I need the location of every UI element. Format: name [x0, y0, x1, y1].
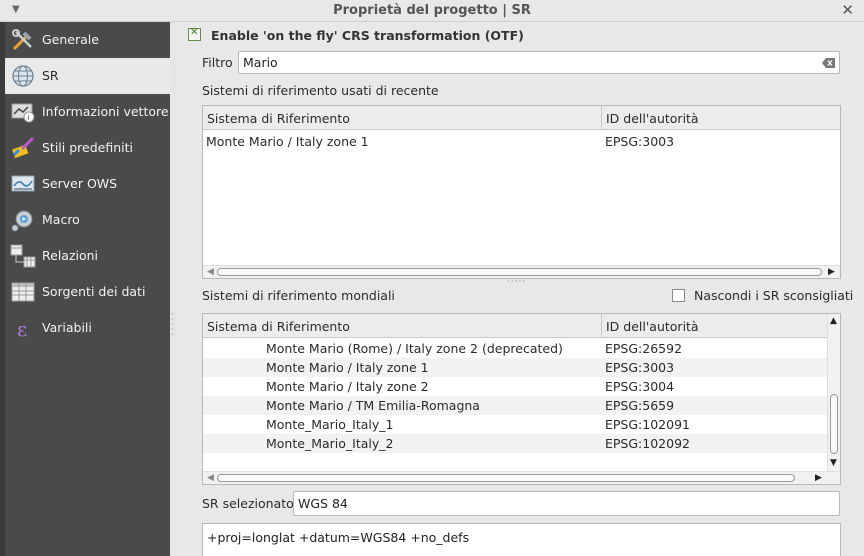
- world-crs-table: Sistema di Riferimento ID dell'autorità …: [202, 313, 841, 485]
- scroll-up-icon[interactable]: ▲: [830, 316, 837, 326]
- otf-checkbox[interactable]: [188, 27, 201, 41]
- relations-icon: [10, 243, 36, 269]
- table-row[interactable]: Monte Mario / Italy zone 2 EPSG:3004: [203, 377, 827, 396]
- data-table-icon: [10, 279, 36, 305]
- vector-info-icon: i: [10, 99, 36, 125]
- table-row[interactable]: Monte_Mario_Italy_2 EPSG:102092: [203, 434, 827, 453]
- sidebar-item-label: Relazioni: [42, 248, 99, 263]
- sidebar-item-informazioni-vettore[interactable]: i Informazioni vettore: [5, 94, 170, 130]
- scroll-down-icon[interactable]: ▼: [830, 458, 837, 468]
- scroll-left-icon[interactable]: ◀: [207, 267, 214, 277]
- crs-name: Monte Mario / TM Emilia-Romagna: [266, 398, 480, 413]
- hide-deprecated-label: Nascondi i SR sconsigliati: [694, 288, 854, 303]
- vertical-scrollbar[interactable]: ▲ ▼: [827, 314, 840, 471]
- horizontal-scrollbar[interactable]: ◀ ▶: [203, 471, 840, 484]
- proj-definition-text[interactable]: +proj=longlat +datum=WGS84 +no_defs: [202, 523, 841, 556]
- ows-server-icon: [10, 171, 36, 197]
- crs-authority-id: EPSG:5659: [605, 398, 675, 413]
- sidebar-item-label: Informazioni vettore: [42, 104, 169, 119]
- crs-name: Monte Mario (Rome) / Italy zone 2 (depre…: [266, 341, 563, 356]
- globe-icon: [10, 63, 36, 89]
- table-row[interactable]: Monte_Mario_Italy_1 EPSG:102091: [203, 415, 827, 434]
- column-header-authority-id[interactable]: ID dell'autorità: [602, 314, 827, 338]
- column-header-name[interactable]: Sistema di Riferimento: [203, 106, 602, 130]
- sidebar-item-server-ows[interactable]: Server OWS: [5, 166, 170, 202]
- crs-name: Monte Mario / Italy zone 2: [266, 379, 429, 394]
- sidebar-splitter-handle[interactable]: · · · · ·: [171, 311, 175, 339]
- variable-icon: ε: [10, 315, 36, 341]
- selected-crs-field[interactable]: [293, 491, 840, 516]
- hide-deprecated-checkbox[interactable]: [672, 289, 685, 302]
- sidebar: Generale SR i Informazioni vettore Stili…: [0, 22, 176, 556]
- window-title: Proprietà del progetto | SR: [333, 3, 531, 18]
- crs-authority-id: EPSG:102091: [605, 417, 690, 432]
- sidebar-item-variabili[interactable]: ε Variabili: [5, 310, 170, 346]
- sidebar-item-label: Server OWS: [42, 176, 118, 191]
- sidebar-item-sr[interactable]: SR: [5, 58, 170, 94]
- clear-filter-icon[interactable]: [822, 57, 835, 68]
- sidebar-list: Generale SR i Informazioni vettore Stili…: [5, 22, 170, 556]
- scroll-right-icon[interactable]: ▶: [815, 473, 822, 483]
- sidebar-item-label: Sorgenti dei dati: [42, 284, 146, 299]
- crs-name: Monte_Mario_Italy_2: [266, 436, 394, 451]
- title-bar: ▼ Proprietà del progetto | SR ✕: [0, 0, 864, 22]
- tools-icon: [10, 27, 36, 53]
- sidebar-item-label: Stili predefiniti: [42, 140, 133, 155]
- crs-authority-id: EPSG:3003: [605, 360, 675, 375]
- sidebar-item-label: Macro: [42, 212, 80, 227]
- table-splitter-handle[interactable]: ·····: [507, 277, 526, 287]
- sidebar-item-label: SR: [42, 68, 59, 83]
- table-header: Sistema di Riferimento ID dell'autorità: [203, 314, 827, 338]
- crs-name: Monte_Mario_Italy_1: [266, 417, 394, 432]
- sidebar-item-stili-predefiniti[interactable]: Stili predefiniti: [5, 130, 170, 166]
- world-crs-label: Sistemi di riferimento mondiali: [202, 288, 395, 303]
- column-header-authority-id[interactable]: ID dell'autorità: [602, 106, 840, 130]
- crs-authority-id: EPSG:3004: [605, 379, 675, 394]
- sidebar-item-generale[interactable]: Generale: [5, 22, 170, 58]
- recent-crs-table: Sistema di Riferimento ID dell'autorità …: [202, 105, 841, 279]
- filter-input[interactable]: [238, 51, 840, 74]
- sidebar-item-relazioni[interactable]: Relazioni: [5, 238, 170, 274]
- close-icon[interactable]: ✕: [841, 1, 854, 19]
- sidebar-item-label: Generale: [42, 32, 99, 47]
- crs-panel: Enable 'on the fly' CRS transformation (…: [176, 22, 864, 556]
- svg-text:ε: ε: [17, 317, 27, 341]
- otf-label: Enable 'on the fly' CRS transformation (…: [211, 28, 524, 43]
- selected-crs-label: SR selezionato:: [202, 496, 298, 511]
- table-row[interactable]: Monte Mario / Italy zone 1 EPSG:3003: [203, 358, 827, 377]
- recent-crs-label: Sistemi di riferimento usati di recente: [202, 83, 439, 98]
- crs-name: Monte Mario / Italy zone 1: [206, 134, 369, 149]
- crs-authority-id: EPSG:3003: [605, 134, 675, 149]
- scroll-right-icon[interactable]: ▶: [828, 267, 835, 277]
- svg-text:i: i: [28, 114, 30, 122]
- filter-label: Filtro: [202, 55, 233, 70]
- macro-gear-icon: [10, 207, 36, 233]
- table-header: Sistema di Riferimento ID dell'autorità: [203, 106, 840, 130]
- sidebar-item-label: Variabili: [42, 320, 92, 335]
- paintbrush-icon: [10, 135, 36, 161]
- scroll-left-icon[interactable]: ◀: [207, 473, 214, 483]
- table-row[interactable]: Monte Mario / TM Emilia-Romagna EPSG:565…: [203, 396, 827, 415]
- crs-name: Monte Mario / Italy zone 1: [266, 360, 429, 375]
- sidebar-item-sorgenti-dei-dati[interactable]: Sorgenti dei dati: [5, 274, 170, 310]
- table-row[interactable]: Monte Mario (Rome) / Italy zone 2 (depre…: [203, 339, 827, 358]
- crs-authority-id: EPSG:102092: [605, 436, 690, 451]
- table-row[interactable]: Monte Mario / Italy zone 1 EPSG:3003: [203, 132, 840, 151]
- crs-authority-id: EPSG:26592: [605, 341, 683, 356]
- sidebar-item-macro[interactable]: Macro: [5, 202, 170, 238]
- column-header-name[interactable]: Sistema di Riferimento: [203, 314, 602, 338]
